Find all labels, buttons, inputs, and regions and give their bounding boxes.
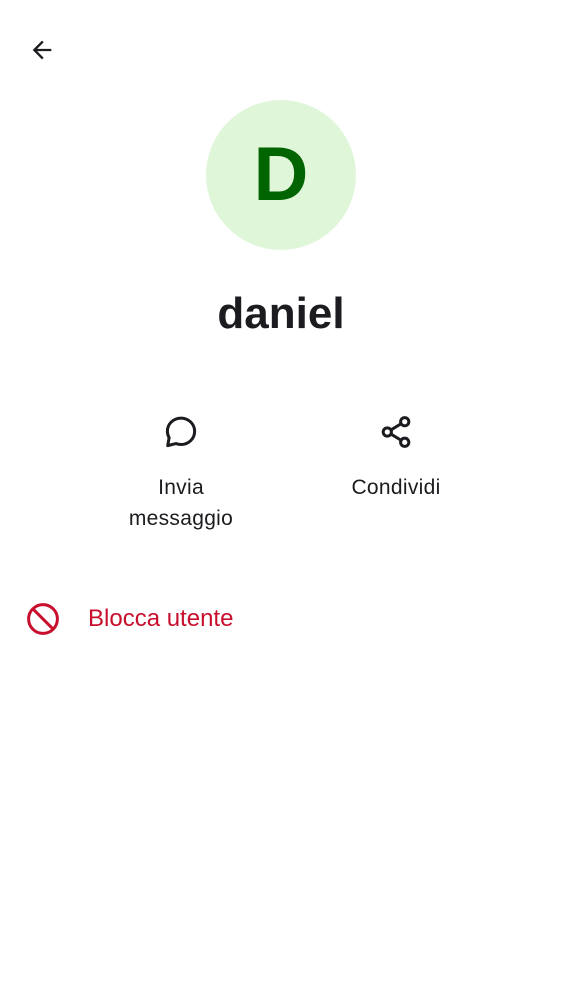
chat-bubble-icon xyxy=(153,404,209,460)
avatar-initial: D xyxy=(253,132,309,217)
profile-name: daniel xyxy=(217,289,345,338)
avatar: D xyxy=(206,100,356,250)
arrow-back-icon xyxy=(32,40,52,60)
send-message-label: Invia messaggio xyxy=(128,476,234,530)
send-message-button[interactable]: Invia messaggio xyxy=(101,404,261,534)
block-icon xyxy=(24,600,62,638)
block-user-button[interactable]: Blocca utente xyxy=(0,586,562,652)
share-icon xyxy=(368,404,424,460)
share-label: Condividi xyxy=(351,476,441,499)
block-user-label: Blocca utente xyxy=(88,605,234,632)
back-button[interactable] xyxy=(18,26,66,74)
share-button[interactable]: Condividi xyxy=(316,404,476,503)
